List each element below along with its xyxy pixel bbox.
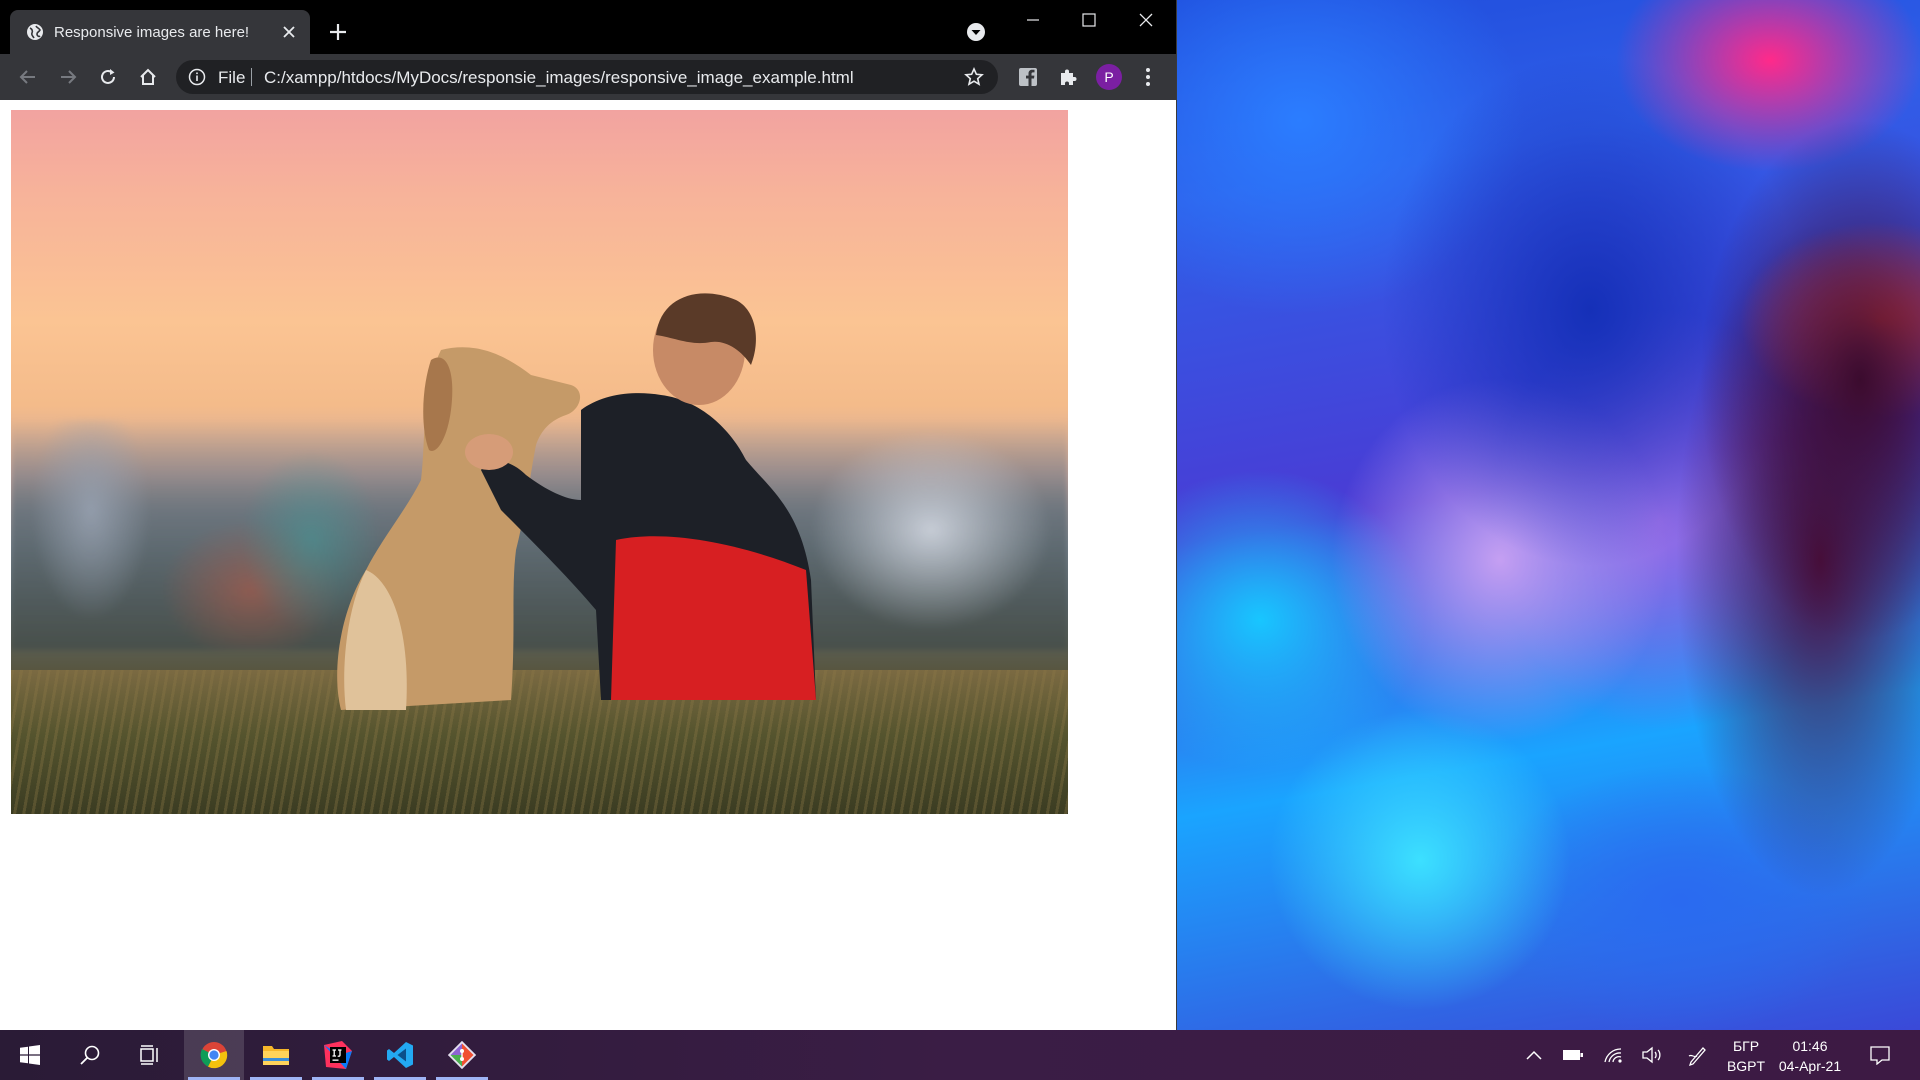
input-language-indicator[interactable]: БГР BGPT [1722,1036,1770,1076]
chrome-icon [200,1042,228,1069]
folder-icon [263,1046,289,1065]
info-icon[interactable] [188,68,206,86]
back-arrow-icon[interactable] [16,65,40,89]
responsive-image [11,110,1068,814]
clock-time: 01:46 [1792,1038,1828,1054]
bookmark-star-icon[interactable] [964,67,984,87]
maximize-icon[interactable] [1061,0,1117,40]
taskbar: БГР BGPT 01:46 04-Apr-21 [0,1030,1920,1080]
action-center-icon[interactable] [1862,1030,1898,1080]
address-separator [251,68,252,86]
facebook-extension-icon[interactable] [1016,65,1040,89]
volume-speaker-icon[interactable] [1638,1030,1666,1080]
profile-avatar[interactable]: P [1096,64,1122,90]
minimize-icon[interactable] [1005,0,1061,40]
scheme-label: File [218,68,246,87]
close-window-icon[interactable] [1118,0,1174,40]
address-bar[interactable]: File C:/xampp/htdocs/MyDocs/responsie_im… [176,60,998,94]
system-clock[interactable]: 01:46 04-Apr-21 [1770,1036,1850,1076]
reload-icon[interactable] [96,65,120,89]
taskbar-chrome[interactable] [184,1030,244,1080]
git-icon [448,1041,476,1069]
new-tab-icon[interactable] [324,18,352,46]
browser-toolbar: File C:/xampp/htdocs/MyDocs/responsie_im… [0,54,1176,100]
page-viewport [0,100,1176,1030]
tab-search-icon[interactable] [965,21,987,43]
language-line-1: БГР [1732,1038,1760,1054]
battery-icon[interactable] [1560,1030,1586,1080]
network-wifi-icon[interactable] [1600,1030,1626,1080]
extensions-puzzle-icon[interactable] [1056,65,1080,89]
photo-subjects [337,293,816,710]
vscode-icon [387,1042,413,1068]
menu-kebab-icon[interactable] [1136,65,1160,89]
title-bar: Responsive images are here! [0,0,1176,54]
globe-icon [27,24,43,40]
browser-window: Responsive images are here! File C:/xamp… [0,0,1177,1030]
search-icon[interactable] [60,1030,120,1080]
taskbar-intellij[interactable] [308,1030,368,1080]
url-text[interactable]: C:/xampp/htdocs/MyDocs/responsie_images/… [264,68,854,88]
browser-tab[interactable]: Responsive images are here! [10,10,310,54]
taskbar-file-explorer[interactable] [246,1030,306,1080]
pen-workspace-icon[interactable] [1684,1030,1712,1080]
tray-chevron-up-icon[interactable] [1522,1030,1546,1080]
clock-date: 04-Apr-21 [1778,1058,1842,1074]
taskbar-git[interactable] [432,1030,492,1080]
tab-close-icon[interactable] [278,21,300,43]
task-view-icon[interactable] [120,1030,180,1080]
home-icon[interactable] [136,65,160,89]
intellij-icon [324,1041,352,1069]
language-line-2: BGPT [1726,1058,1766,1074]
start-windows-icon[interactable] [0,1030,60,1080]
taskbar-vscode[interactable] [370,1030,430,1080]
tab-title: Responsive images are here! [54,23,250,41]
forward-arrow-icon[interactable] [56,65,80,89]
